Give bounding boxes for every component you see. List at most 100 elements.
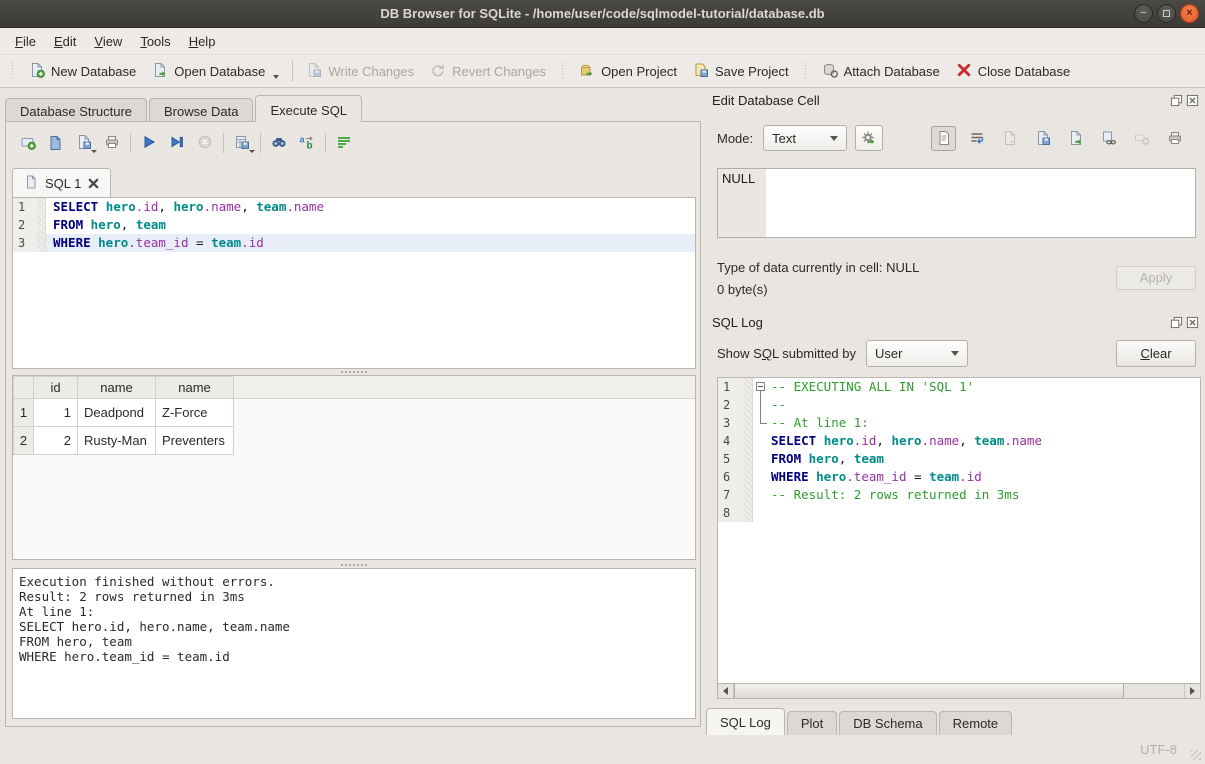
menu-edit[interactable]: Edit — [45, 30, 85, 53]
editor-results-splitter[interactable] — [12, 369, 696, 374]
revert-changes-button[interactable]: Revert Changes — [422, 58, 554, 85]
column-header-0[interactable]: id — [34, 377, 78, 399]
menu-tools[interactable]: Tools — [131, 30, 179, 53]
open-project-icon — [579, 62, 595, 81]
log-line[interactable]: 2-- — [718, 396, 1200, 414]
log-line[interactable]: 3-- At line 1: — [718, 414, 1200, 432]
log-filter-label: Show SQL submitted by — [717, 346, 856, 361]
dock-tab-db-schema[interactable]: DB Schema — [839, 711, 936, 735]
row-number[interactable]: 2 — [14, 427, 34, 455]
attach-database-button[interactable]: Attach Database — [814, 58, 948, 85]
dock-close-icon[interactable] — [1186, 316, 1199, 329]
menu-view[interactable]: View — [85, 30, 131, 53]
corner-header[interactable] — [14, 377, 34, 399]
auto-format-button[interactable]: ab — [293, 130, 321, 156]
sql-log-view[interactable]: 1-- EXECUTING ALL IN 'SQL 1'2--3-- At li… — [717, 377, 1201, 683]
sql-token: .name — [286, 199, 324, 214]
wrap-text-button[interactable] — [964, 126, 989, 151]
new-sql-tab-button[interactable] — [14, 130, 42, 156]
export-data-button[interactable] — [1063, 126, 1088, 151]
save-results-button[interactable] — [228, 130, 256, 156]
tab-database-structure[interactable]: Database Structure — [5, 98, 147, 122]
fold-collapse-icon[interactable] — [756, 382, 765, 391]
toolbar-separator — [803, 62, 808, 80]
scrollbar-thumb[interactable] — [734, 684, 1124, 698]
table-cell[interactable]: 1 — [34, 399, 78, 427]
import-data-button[interactable] — [1030, 126, 1055, 151]
log-line[interactable]: 1-- EXECUTING ALL IN 'SQL 1' — [718, 378, 1200, 396]
table-cell[interactable]: Preventers — [156, 427, 234, 455]
sql-token: .team_id — [846, 469, 906, 484]
stop-execution-button[interactable] — [191, 130, 219, 156]
tab-execute-sql[interactable]: Execute SQL — [255, 95, 362, 122]
print-icon — [104, 134, 120, 153]
log-line[interactable]: 6WHERE hero.team_id = team.id — [718, 468, 1200, 486]
editor-line[interactable]: 2FROM hero, team — [13, 216, 695, 234]
open-database-button[interactable]: Open Database — [144, 58, 287, 85]
log-horizontal-scrollbar[interactable] — [717, 683, 1201, 699]
log-line[interactable]: 7-- Result: 2 rows returned in 3ms — [718, 486, 1200, 504]
new-database-button[interactable]: New Database — [21, 58, 144, 85]
row-number[interactable]: 1 — [14, 399, 34, 427]
log-line[interactable]: 8 — [718, 504, 1200, 522]
copy-link-button[interactable] — [1096, 126, 1121, 151]
maximize-button[interactable] — [1157, 4, 1176, 23]
execute-current-line-button[interactable] — [163, 130, 191, 156]
close-button[interactable]: × — [1180, 4, 1199, 23]
text-mode-button[interactable] — [931, 126, 956, 151]
menu-file[interactable]: File — [6, 30, 45, 53]
set-null-button[interactable] — [1129, 126, 1154, 151]
menu-help[interactable]: Help — [180, 30, 225, 53]
table-cell[interactable]: Deadpond — [78, 399, 156, 427]
scroll-right-arrow[interactable] — [1184, 684, 1200, 698]
table-row[interactable]: 22Rusty-ManPreventers — [14, 427, 234, 455]
word-wrap-button[interactable] — [330, 130, 358, 156]
float-icon[interactable] — [1170, 316, 1183, 329]
results-message-splitter[interactable] — [12, 562, 696, 567]
editor-line[interactable]: 1SELECT hero.id, hero.name, team.name — [13, 198, 695, 216]
auto-apply-button[interactable] — [855, 125, 883, 151]
float-icon[interactable] — [1170, 94, 1183, 107]
print-cell-button[interactable] — [1162, 126, 1187, 151]
clear-log-button[interactable]: Clear — [1116, 340, 1196, 367]
sql-editor[interactable]: 1SELECT hero.id, hero.name, team.name2FR… — [12, 197, 696, 369]
dock-tab-plot[interactable]: Plot — [787, 711, 837, 735]
save-project-button[interactable]: Save Project — [685, 58, 797, 85]
open-project-button[interactable]: Open Project — [571, 58, 685, 85]
cell-value-editor[interactable]: NULL — [717, 168, 1196, 238]
log-filter-combobox[interactable]: User — [866, 340, 968, 367]
save-results-icon — [234, 134, 250, 153]
editor-line[interactable]: 3WHERE hero.team_id = team.id — [13, 234, 695, 252]
find-replace-button[interactable] — [265, 130, 293, 156]
open-in-app-button[interactable] — [997, 126, 1022, 151]
column-header-1[interactable]: name — [78, 377, 156, 399]
tab-browse-data[interactable]: Browse Data — [149, 98, 253, 122]
apply-button[interactable]: Apply — [1116, 266, 1196, 290]
chevron-down-icon — [951, 351, 959, 356]
resize-grip-icon[interactable] — [1191, 750, 1201, 760]
close-database-button[interactable]: Close Database — [948, 58, 1079, 85]
save-sql-file-button[interactable] — [70, 130, 98, 156]
mode-combobox[interactable]: Text — [763, 125, 847, 151]
table-cell[interactable]: Rusty-Man — [78, 427, 156, 455]
dock-tab-sql-log[interactable]: SQL Log — [706, 708, 785, 735]
dock-close-icon[interactable] — [1186, 94, 1199, 107]
log-line[interactable]: 5FROM hero, team — [718, 450, 1200, 468]
table-row[interactable]: 11DeadpondZ-Force — [14, 399, 234, 427]
dock-tab-remote[interactable]: Remote — [939, 711, 1013, 735]
scroll-left-arrow[interactable] — [718, 684, 734, 698]
table-cell[interactable]: 2 — [34, 427, 78, 455]
print-cell-icon — [1167, 130, 1183, 146]
tab-close-icon[interactable] — [87, 177, 100, 190]
column-header-2[interactable]: name — [156, 377, 234, 399]
minimize-button[interactable]: − — [1134, 4, 1153, 23]
log-line[interactable]: 4SELECT hero.id, hero.name, team.name — [718, 432, 1200, 450]
write-changes-button[interactable]: Write Changes — [298, 58, 422, 85]
cell-editor-area[interactable] — [766, 169, 1195, 237]
print-sql-button[interactable] — [98, 130, 126, 156]
open-sql-file-button[interactable] — [42, 130, 70, 156]
results-grid[interactable]: idnamename11DeadpondZ-Force22Rusty-ManPr… — [12, 375, 696, 560]
table-cell[interactable]: Z-Force — [156, 399, 234, 427]
sql1-tab[interactable]: SQL 1 — [12, 168, 111, 198]
execute-all-button[interactable] — [135, 130, 163, 156]
